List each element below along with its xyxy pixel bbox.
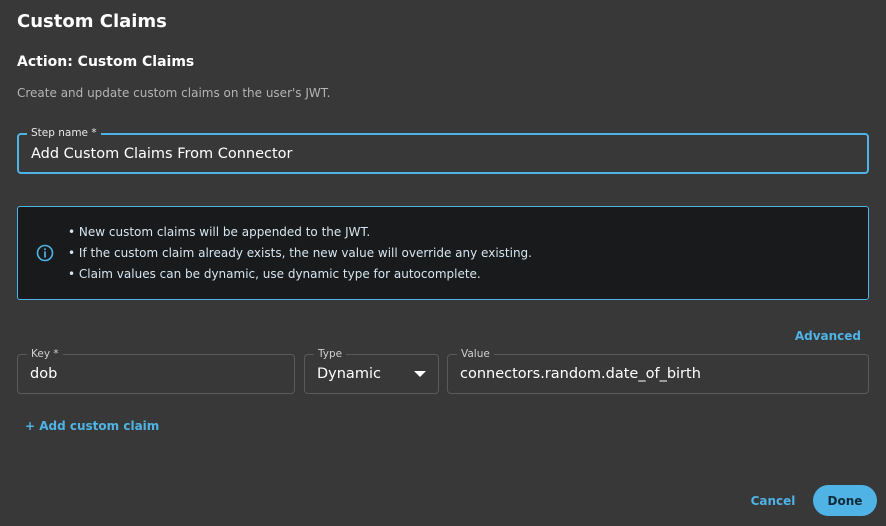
info-icon bbox=[36, 244, 54, 262]
claim-type-value[interactable]: Dynamic bbox=[317, 355, 381, 393]
info-item: If the custom claim already exists, the … bbox=[68, 243, 532, 264]
dialog-title: Custom Claims bbox=[17, 11, 167, 32]
step-name-input[interactable]: Add Custom Claims From Connector bbox=[31, 135, 293, 172]
claim-key-input[interactable]: dob bbox=[30, 355, 57, 393]
claim-type-select[interactable]: Type Dynamic bbox=[304, 347, 439, 394]
info-item: New custom claims will be appended to th… bbox=[68, 222, 532, 243]
done-button[interactable]: Done bbox=[813, 485, 877, 516]
info-list: New custom claims will be appended to th… bbox=[68, 222, 532, 285]
add-custom-claim-button[interactable]: + Add custom claim bbox=[25, 417, 159, 435]
info-box: New custom claims will be appended to th… bbox=[17, 206, 869, 300]
claim-value-field[interactable]: Value connectors.random.date_of_birth bbox=[447, 347, 869, 394]
claim-key-field[interactable]: Key * dob bbox=[17, 347, 295, 394]
step-name-field[interactable]: Step name * Add Custom Claims From Conne… bbox=[17, 126, 869, 174]
cancel-button[interactable]: Cancel bbox=[742, 486, 804, 516]
info-item: Claim values can be dynamic, use dynamic… bbox=[68, 264, 532, 285]
action-description: Create and update custom claims on the u… bbox=[17, 86, 331, 100]
custom-claims-dialog: Custom Claims Action: Custom Claims Crea… bbox=[0, 0, 886, 526]
advanced-link[interactable]: Advanced bbox=[795, 327, 861, 345]
claim-value-input[interactable]: connectors.random.date_of_birth bbox=[460, 355, 701, 393]
dropdown-arrow-icon[interactable] bbox=[414, 371, 426, 377]
action-title: Action: Custom Claims bbox=[17, 54, 195, 70]
